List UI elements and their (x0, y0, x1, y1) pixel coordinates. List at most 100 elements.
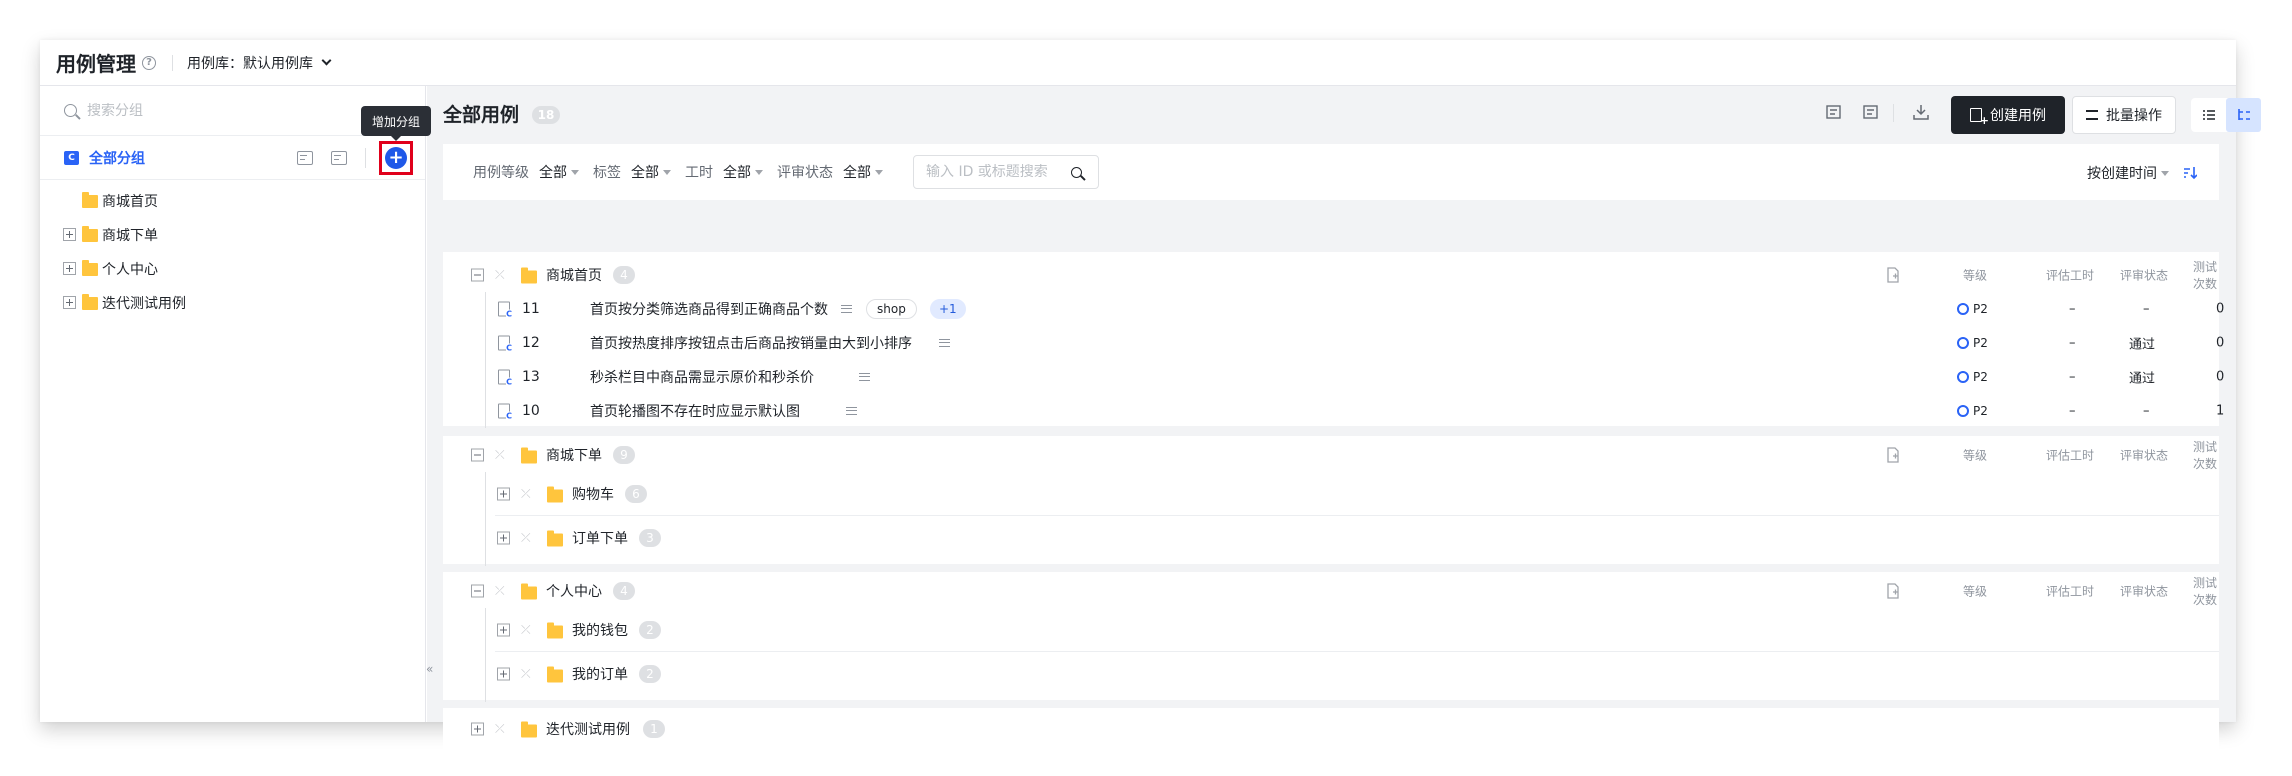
col-hours-header: 评估工时 (2046, 584, 2095, 599)
tree-item-personal-center[interactable]: 个人中心 (40, 252, 425, 286)
expand-icon[interactable] (497, 623, 510, 636)
tree-item-shop-home[interactable]: 商城首页 (40, 184, 425, 218)
tree-item-iteration-tests[interactable]: 迭代测试用例 (40, 286, 425, 320)
col-runs-header: 测试次数 (2193, 576, 2218, 607)
library-value: 默认用例库 (243, 55, 313, 72)
batch-operation-button[interactable]: 批量操作 (2072, 96, 2176, 134)
group-search-input[interactable] (87, 102, 287, 119)
subgroup-row[interactable]: ⤫ 购物车 6 (495, 472, 2219, 516)
all-groups-row[interactable]: C 全部分组 + (40, 136, 425, 180)
expand-icon[interactable] (63, 262, 76, 275)
expand-icon[interactable] (63, 296, 76, 309)
sort-control[interactable]: 按创建时间 (2087, 163, 2197, 183)
tree-item-shop-order[interactable]: 商城下单 (40, 218, 425, 252)
test-case-icon (498, 403, 512, 421)
group-header-row[interactable]: ⤫ 个人中心 4 等级 评估工时 评审状态 测试次数 (443, 574, 2219, 608)
case-title[interactable]: 首页轮播图不存在时应显示默认图 (590, 401, 800, 421)
subgroup-row[interactable]: ⤫ 订单下单 3 (495, 516, 2219, 560)
case-row[interactable]: 10 首页轮播图不存在时应显示默认图 P2 – – 1 (443, 394, 2224, 428)
collapse-icon[interactable] (471, 584, 484, 598)
expand-icon[interactable] (497, 531, 510, 545)
add-case-icon[interactable] (1885, 583, 1901, 599)
case-title[interactable]: 首页按分类筛选商品得到正确商品个数 (590, 299, 828, 319)
group-header-row[interactable]: ⤫ 商城首页 4 等级 评估工时 评审状态 测试次数 (443, 258, 2219, 292)
group-count-badge: 1 (643, 720, 665, 738)
case-runs: 1 (2216, 403, 2225, 419)
list-view-button[interactable] (2191, 98, 2226, 132)
add-case-icon[interactable] (1885, 447, 1901, 463)
move-icon[interactable]: ⤫ (521, 486, 531, 501)
move-icon[interactable]: ⤫ (495, 268, 505, 283)
col-level-header: 等级 (1963, 268, 1988, 283)
add-group-button[interactable]: + (379, 141, 413, 175)
tree-view-button[interactable] (2226, 98, 2261, 132)
filter-level-select[interactable]: 全部 (539, 162, 567, 182)
move-icon[interactable]: ⤫ (495, 722, 505, 737)
top-bar: 用例管理 ? 用例库： 默认用例库 (40, 40, 2236, 86)
expand-all-icon[interactable] (1826, 104, 1844, 120)
subgroup-count-badge: 2 (639, 620, 661, 639)
description-icon (939, 339, 950, 347)
filter-hours-select[interactable]: 全部 (723, 162, 751, 182)
expand-icon[interactable] (497, 667, 510, 681)
case-tag[interactable]: shop (866, 299, 917, 319)
expand-icon[interactable] (497, 487, 510, 500)
case-title[interactable]: 首页按热度排序按钮点击后商品按销量由大到小排序 (590, 333, 912, 353)
subgroup-row[interactable]: ⤫ 我的订单 2 (495, 652, 2219, 696)
collapse-icon[interactable] (471, 448, 484, 462)
add-group-tooltip: 增加分组 (361, 106, 431, 141)
expand-all-icon[interactable] (297, 151, 313, 165)
collapse-all-icon[interactable] (331, 151, 347, 165)
help-icon[interactable]: ? (142, 55, 156, 70)
caret-down-icon (571, 169, 579, 175)
filter-level-label: 用例等级 (473, 165, 529, 181)
case-hours: – (2069, 301, 2076, 317)
case-runs: 0 (2216, 369, 2225, 385)
group-header-row[interactable]: ⤫ 商城下单 9 等级 评估工时 评审状态 测试次数 (443, 438, 2219, 472)
move-icon[interactable]: ⤫ (521, 667, 531, 682)
create-case-button[interactable]: 创建用例 (1951, 96, 2065, 134)
library-selector[interactable]: 用例库： 默认用例库 (187, 53, 332, 73)
folder-icon (547, 666, 563, 683)
add-case-icon[interactable] (1885, 267, 1901, 283)
collapse-all-icon[interactable] (1861, 104, 1879, 120)
filter-tag-select[interactable]: 全部 (631, 162, 659, 182)
plus-icon: + (385, 147, 407, 169)
expand-icon[interactable] (63, 228, 76, 241)
col-hours-header: 评估工时 (2046, 448, 2095, 463)
move-icon[interactable]: ⤫ (495, 584, 505, 599)
case-count-badge: 18 (531, 106, 561, 124)
col-review-header: 评审状态 (2120, 268, 2169, 283)
more-tags-badge[interactable]: +1 (930, 299, 966, 319)
subgroup-row[interactable]: ⤫ 我的钱包 2 (495, 608, 2219, 652)
divider (1893, 104, 1894, 122)
col-runs-header: 测试次数 (2193, 260, 2218, 291)
search-icon[interactable] (1071, 166, 1082, 178)
group-name: 个人中心 (546, 584, 602, 600)
export-icon[interactable] (1912, 104, 1930, 120)
case-row[interactable]: 13 秒杀栏目中商品需显示原价和秒杀价 P2 – 通过 0 (443, 360, 2224, 394)
folder-icon (521, 267, 537, 284)
case-hours: – (2069, 335, 2076, 351)
col-hours-header: 评估工时 (2046, 268, 2095, 283)
case-runs: 0 (2216, 301, 2225, 317)
group-header-row[interactable]: ⤫ 迭代测试用例 1 (443, 712, 2219, 746)
case-row[interactable]: 11 首页按分类筛选商品得到正确商品个数 shop +1 P2 – – 0 (443, 292, 2224, 326)
filter-tag-label: 标签 (593, 165, 621, 181)
collapse-sidebar-icon[interactable]: « (426, 662, 442, 676)
collapse-icon[interactable] (471, 268, 484, 282)
case-title[interactable]: 秒杀栏目中商品需显示原价和秒杀价 (590, 367, 814, 387)
main-header: 全部用例 18 创建用例 批量操作 (427, 86, 2261, 138)
move-icon[interactable]: ⤫ (521, 531, 531, 546)
divider (172, 54, 173, 71)
folder-icon (547, 486, 563, 502)
case-row[interactable]: 12 首页按热度排序按钮点击后商品按销量由大到小排序 P2 – 通过 0 (443, 326, 2224, 360)
filter-review-select[interactable]: 全部 (843, 162, 871, 182)
case-search-input[interactable] (926, 164, 1066, 180)
sort-order-icon[interactable] (2183, 166, 2197, 180)
expand-icon[interactable] (471, 722, 484, 736)
group-shop-home: ⤫ 商城首页 4 等级 评估工时 评审状态 测试次数 11 首页按分类筛选商品得… (443, 252, 2224, 430)
case-review: 通过 (2129, 371, 2156, 387)
move-icon[interactable]: ⤫ (521, 622, 531, 637)
move-icon[interactable]: ⤫ (495, 448, 505, 463)
